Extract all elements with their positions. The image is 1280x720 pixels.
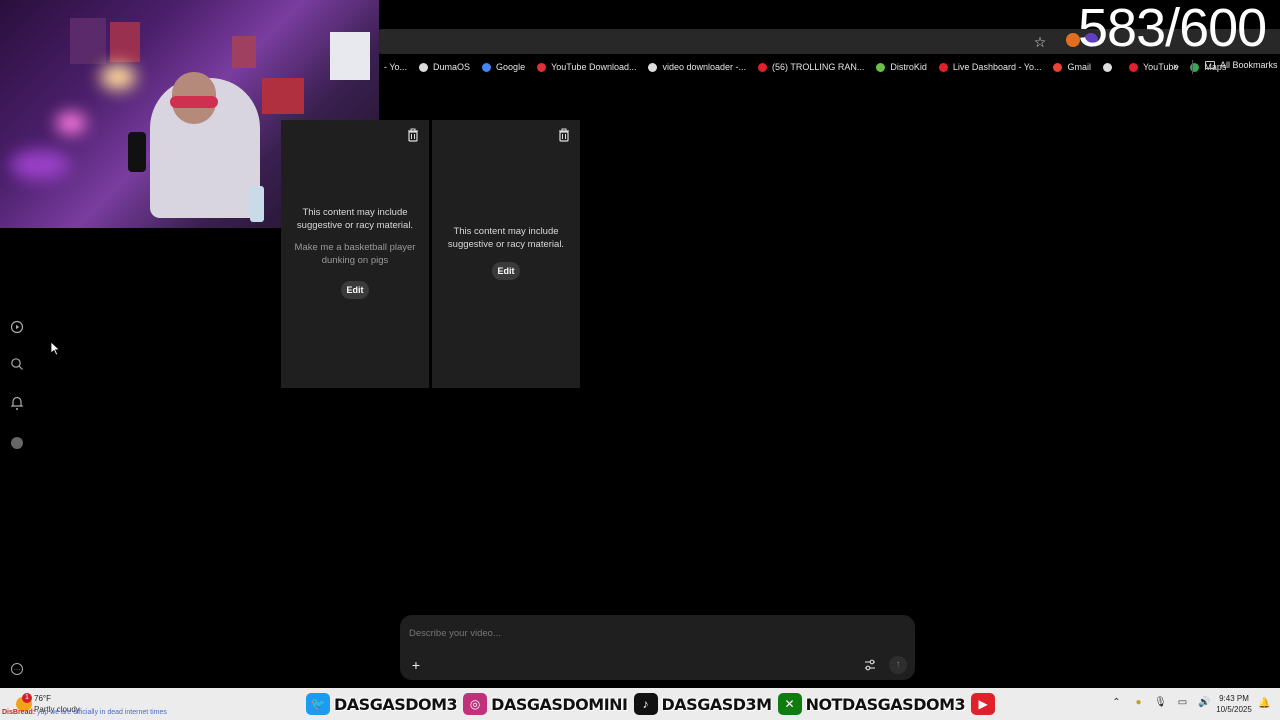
bell-icon[interactable] xyxy=(10,395,24,410)
headphones xyxy=(170,96,218,108)
wall-poster xyxy=(330,32,370,80)
social-xbox: ✕ NOTDASGASDOM3 xyxy=(777,693,966,715)
social-twitter: 🐦 DASGASDOM3 xyxy=(306,693,458,715)
led-light xyxy=(56,112,86,134)
youtube-icon xyxy=(758,62,768,72)
clock-time: 9:43 PM xyxy=(1219,694,1249,703)
bookmark-item[interactable] xyxy=(1103,62,1117,72)
card-prompt: Make me a basketball player dunking on p… xyxy=(294,242,416,266)
bookmark-item[interactable]: video downloader -... xyxy=(648,62,746,72)
twitter-icon: 🐦 xyxy=(306,693,330,715)
help-icon[interactable]: … xyxy=(11,663,23,675)
social-tiktok: ♪ DASGASD3M xyxy=(633,693,772,715)
counter-overlay: 583/600 xyxy=(1078,0,1267,58)
network-icon[interactable]: ▭ xyxy=(1176,696,1189,709)
google-icon xyxy=(482,62,492,72)
google-icon xyxy=(648,62,658,72)
lamp-light xyxy=(100,64,136,90)
trash-icon[interactable] xyxy=(557,128,571,142)
bookmark-star-icon[interactable]: ☆ xyxy=(1032,34,1048,50)
content-warning: This content may include suggestive or r… xyxy=(447,226,565,250)
wall-flag xyxy=(262,78,304,114)
bookmark-item[interactable]: DistroKid xyxy=(876,62,927,72)
led-light xyxy=(10,150,70,180)
bookmark-item[interactable]: Live Dashboard - Yo... xyxy=(938,62,1041,72)
social-handles: 🐦 DASGASDOM3 ◎ DASGASDOMINI ♪ DASGASD3M … xyxy=(306,692,996,716)
bookmark-item[interactable]: Google xyxy=(482,62,525,72)
youtube-icon: ▶ xyxy=(971,693,996,715)
video-icon[interactable] xyxy=(10,320,24,334)
add-attachment-button[interactable]: + xyxy=(407,656,425,674)
globe-icon xyxy=(1103,62,1112,72)
wall-poster xyxy=(70,18,106,64)
volume-icon[interactable]: 🔊 xyxy=(1198,696,1211,709)
notifications-icon[interactable]: 🔔 xyxy=(1258,698,1270,710)
youtube-icon xyxy=(1129,62,1138,72)
edit-button[interactable]: Edit xyxy=(492,262,520,280)
youtube-icon xyxy=(938,62,948,72)
wall-poster xyxy=(110,22,140,62)
chat-message: yup we are officially in dead internet t… xyxy=(35,709,167,716)
favicon-icon xyxy=(419,62,429,72)
social-youtube: ▶ xyxy=(971,693,996,715)
prompt-composer: + ↑ xyxy=(400,615,915,680)
video-card[interactable]: This content may include suggestive or r… xyxy=(281,120,429,388)
microphone-icon[interactable]: 🎙 xyxy=(1154,696,1167,709)
system-tray: ⌃ ● 🎙 ▭ 🔊 xyxy=(1110,696,1211,709)
settings-sliders-icon[interactable] xyxy=(862,657,878,673)
chat-username: DisBread: xyxy=(2,709,36,716)
avatar[interactable] xyxy=(11,437,23,449)
weather-temp: 76°F xyxy=(34,694,51,703)
describe-video-input[interactable] xyxy=(409,628,849,639)
bookmark-item[interactable]: YouTube xyxy=(1129,62,1178,72)
app-tray-icon[interactable]: ● xyxy=(1132,696,1145,709)
social-instagram: ◎ DASGASDOMINI xyxy=(463,693,628,715)
all-bookmarks-button[interactable]: All Bookmarks xyxy=(1205,60,1278,70)
microphone xyxy=(128,132,146,172)
bookmark-item[interactable]: Gmail xyxy=(1053,62,1091,72)
search-icon[interactable] xyxy=(10,357,24,371)
favicon-icon xyxy=(537,62,547,72)
bookmark-item[interactable]: DumaOS xyxy=(419,62,470,72)
more-bookmarks-button[interactable]: » xyxy=(1173,61,1179,73)
video-card[interactable]: This content may include suggestive or r… xyxy=(432,120,580,388)
bookmarks-divider xyxy=(1192,60,1193,74)
water-bottle xyxy=(250,186,264,222)
edit-button[interactable]: Edit xyxy=(341,281,369,299)
send-button[interactable]: ↑ xyxy=(889,656,907,674)
instagram-icon: ◎ xyxy=(463,693,488,715)
notification-badge: 1 xyxy=(22,693,32,703)
bookmark-item[interactable]: YouTube Download... xyxy=(537,62,636,72)
taskbar: 1 76°F Partly cloudy DisBread: yup we ar… xyxy=(0,688,1280,720)
tiktok-icon: ♪ xyxy=(633,693,658,715)
wall-poster xyxy=(232,36,256,68)
chevron-up-icon[interactable]: ⌃ xyxy=(1110,696,1123,709)
clock[interactable]: 9:43 PM 10/5/2025 xyxy=(1212,693,1256,715)
clock-date: 10/5/2025 xyxy=(1216,705,1252,714)
bookmark-item[interactable]: (56) TROLLING RAN... xyxy=(758,62,864,72)
chat-ticker: DisBread: yup we are officially in dead … xyxy=(2,709,167,716)
xbox-icon: ✕ xyxy=(777,693,802,715)
content-warning: This content may include suggestive or r… xyxy=(296,207,414,231)
trash-icon[interactable] xyxy=(406,128,420,142)
distrokid-icon xyxy=(876,62,886,72)
folder-icon xyxy=(1205,61,1215,69)
gmail-icon xyxy=(1053,62,1063,72)
